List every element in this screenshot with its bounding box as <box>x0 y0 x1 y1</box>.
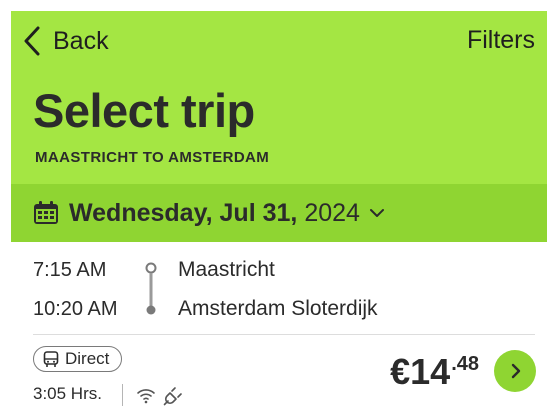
direct-label: Direct <box>65 349 110 368</box>
date-year: 2024 <box>304 198 360 227</box>
date-selector[interactable]: Wednesday, Jul 31, 2024 <box>11 184 547 242</box>
back-button[interactable]: Back <box>23 24 109 58</box>
price-main: €14 <box>390 351 451 392</box>
trip-price: €14 .48 <box>390 352 479 392</box>
route-timeline-icon <box>145 262 157 315</box>
arrival-time: 10:20 AM <box>33 298 118 320</box>
back-label: Back <box>53 26 109 55</box>
direct-badge: Direct <box>33 346 123 372</box>
page-title: Select trip <box>33 84 255 137</box>
route-subtitle: MAASTRICHT TO AMSTERDAM <box>35 149 270 166</box>
arrival-station: Amsterdam Sloterdijk <box>178 297 378 320</box>
wifi-icon <box>137 389 155 404</box>
trip-duration: 3:05 Hrs. <box>33 384 102 403</box>
chevron-right-icon <box>511 363 520 379</box>
chevron-left-icon <box>24 26 40 56</box>
trip-card[interactable]: 7:15 AM 10:20 AM Maastricht Amsterdam Sl… <box>11 242 547 419</box>
navbar: Back Filters <box>11 11 547 71</box>
departure-station: Maastricht <box>178 258 275 281</box>
header: Back Filters Select trip MAASTRICHT TO A… <box>11 11 547 184</box>
departure-time: 7:15 AM <box>33 259 107 281</box>
power-plug-icon <box>163 387 182 406</box>
calendar-icon <box>34 201 58 224</box>
price-cents: .48 <box>451 353 479 375</box>
bus-icon <box>43 350 59 367</box>
date-day: Wednesday, Jul 31, <box>69 198 298 227</box>
chevron-down-icon <box>369 209 384 217</box>
select-trip-button[interactable] <box>494 350 536 392</box>
filters-button[interactable]: Filters <box>467 26 535 55</box>
amenity-separator <box>122 384 123 406</box>
divider <box>33 334 535 335</box>
